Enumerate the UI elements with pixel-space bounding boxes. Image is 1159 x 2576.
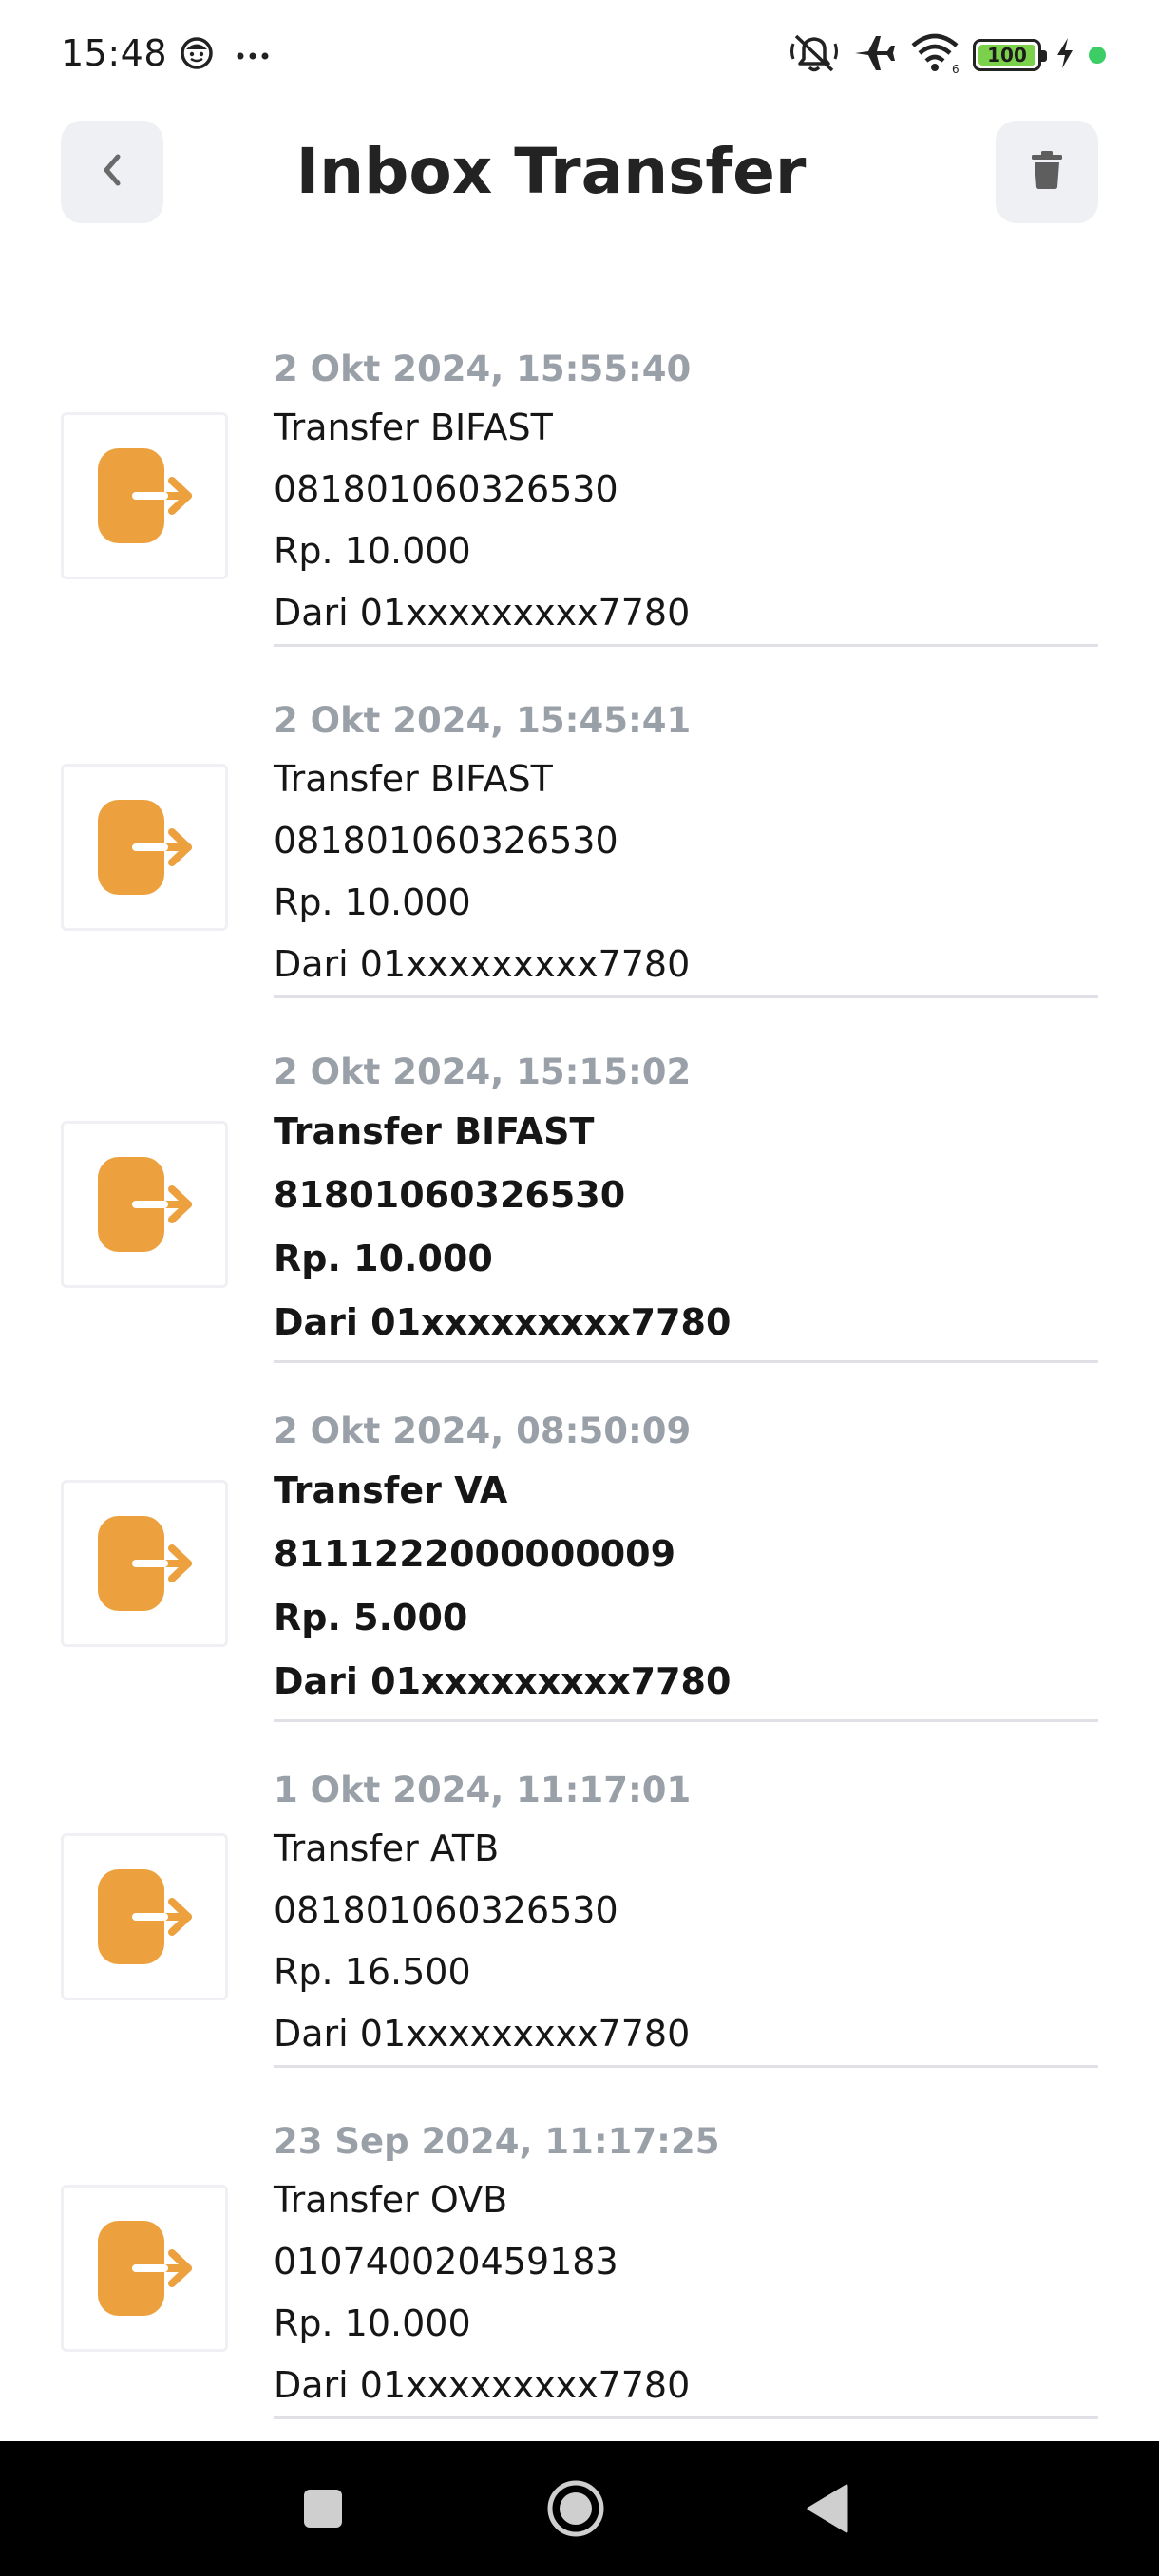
transfer-source: Dari 01xxxxxxxxx7780: [274, 2013, 691, 2055]
svg-text:6: 6: [952, 63, 960, 74]
transfer-item-unread[interactable]: 2 Okt 2024, 08:50:09 Transfer VA 8111222…: [0, 1375, 1159, 1734]
divider: [274, 2416, 1098, 2419]
transfer-type: Transfer VA: [274, 1469, 508, 1511]
transfer-type: Transfer OVB: [274, 2179, 508, 2221]
transfer-amount: Rp. 10.000: [274, 530, 471, 572]
transfer-source: Dari 01xxxxxxxxx7780: [274, 1301, 732, 1343]
transfer-amount: Rp. 10.000: [274, 2302, 471, 2344]
divider: [274, 1360, 1098, 1363]
transfer-amount: Rp. 10.000: [274, 1238, 493, 1279]
wifi-icon: 6: [910, 32, 960, 78]
transfer-type: Transfer BIFAST: [274, 1110, 595, 1152]
transfer-amount: Rp. 16.500: [274, 1951, 471, 1993]
transfer-item[interactable]: 23 Sep 2024, 11:17:25 Transfer OVB 01074…: [0, 2086, 1159, 2437]
transfer-source: Dari 01xxxxxxxxx7780: [274, 592, 691, 634]
recents-button[interactable]: [290, 2477, 356, 2544]
transfer-out-icon: [61, 412, 228, 579]
transfer-out-icon: [61, 2185, 228, 2352]
transfer-account: 8111222000000009: [274, 1533, 676, 1575]
home-button[interactable]: [542, 2477, 609, 2544]
transfer-item[interactable]: 2 Okt 2024, 15:45:41 Transfer BIFAST 081…: [0, 665, 1159, 1016]
app-header: Inbox Transfer: [0, 112, 1159, 283]
transfer-type: Transfer BIFAST: [274, 407, 553, 448]
divider: [274, 2065, 1098, 2068]
privacy-indicator-dot: [1089, 47, 1106, 64]
transfer-out-icon: [61, 1480, 228, 1647]
transfer-date: 1 Okt 2024, 11:17:01: [274, 1770, 692, 1810]
transfer-out-icon: [61, 1833, 228, 2000]
system-nav-bar: [0, 2441, 1159, 2576]
transfer-amount: Rp. 10.000: [274, 881, 471, 923]
transfer-source: Dari 01xxxxxxxxx7780: [274, 2364, 691, 2406]
transfer-account: 081801060326530: [274, 468, 618, 510]
transfer-amount: Rp. 5.000: [274, 1597, 468, 1638]
recents-square-icon: [302, 2488, 344, 2533]
transfer-source: Dari 01xxxxxxxxx7780: [274, 1660, 732, 1702]
transfer-item[interactable]: 1 Okt 2024, 11:17:01 Transfer ATB 081801…: [0, 1734, 1159, 2086]
transfer-item[interactable]: 2 Okt 2024, 15:55:40 Transfer BIFAST 081…: [0, 313, 1159, 665]
transfer-date: 2 Okt 2024, 15:55:40: [274, 349, 692, 389]
back-triangle-icon: [805, 2483, 850, 2538]
transfer-account: 010740020459183: [274, 2241, 618, 2282]
status-bar: 15:48 6 100: [0, 0, 1159, 112]
transfer-out-icon: [61, 1121, 228, 1288]
airplane-icon: [851, 32, 897, 78]
transfer-account: 81801060326530: [274, 1174, 626, 1216]
more-dots-icon: [236, 47, 270, 65]
page-title: Inbox Transfer: [295, 135, 807, 208]
transfer-out-icon: [61, 764, 228, 931]
delete-button[interactable]: [996, 121, 1098, 223]
face-icon: [179, 35, 215, 75]
divider: [274, 995, 1098, 998]
transfer-account: 081801060326530: [274, 820, 618, 862]
mute-bell-icon: [790, 32, 838, 78]
system-back-button[interactable]: [794, 2477, 861, 2544]
charging-bolt-icon: [1054, 36, 1075, 74]
status-time: 15:48: [61, 32, 168, 74]
transfer-date: 2 Okt 2024, 15:15:02: [274, 1051, 692, 1092]
transfer-date: 2 Okt 2024, 15:45:41: [274, 700, 692, 741]
transfer-source: Dari 01xxxxxxxxx7780: [274, 943, 691, 985]
battery-level: 100: [987, 44, 1027, 66]
divider: [274, 1719, 1098, 1722]
battery-icon: 100: [973, 39, 1047, 71]
transfer-type: Transfer BIFAST: [274, 758, 553, 800]
transfer-date: 2 Okt 2024, 08:50:09: [274, 1411, 692, 1451]
transfer-list: 2 Okt 2024, 15:55:40 Transfer BIFAST 081…: [0, 313, 1159, 2437]
transfer-item-unread[interactable]: 2 Okt 2024, 15:15:02 Transfer BIFAST 818…: [0, 1016, 1159, 1375]
divider: [274, 644, 1098, 647]
transfer-date: 23 Sep 2024, 11:17:25: [274, 2121, 720, 2162]
trash-icon: [1030, 150, 1064, 194]
transfer-account: 081801060326530: [274, 1889, 618, 1931]
home-circle-icon: [546, 2479, 605, 2542]
transfer-type: Transfer ATB: [274, 1828, 500, 1869]
